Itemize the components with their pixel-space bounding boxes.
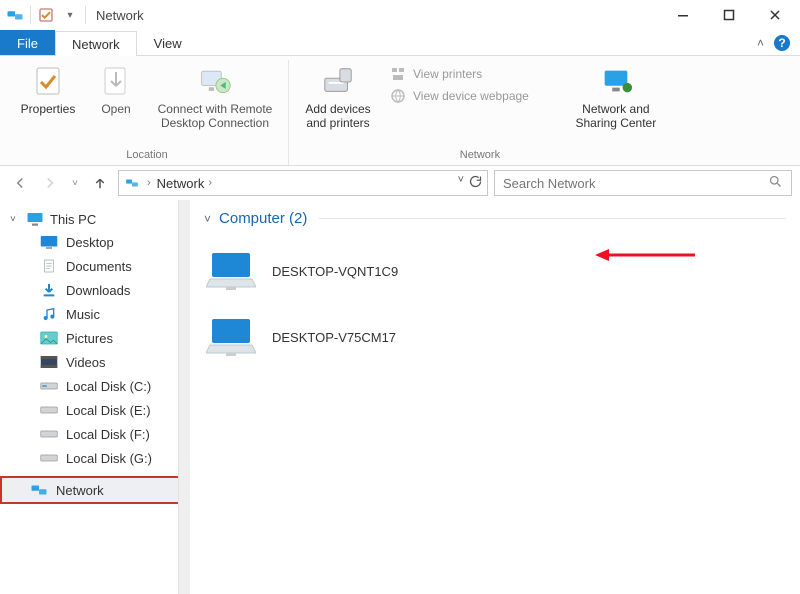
up-button[interactable] (88, 171, 112, 195)
qat-dropdown-icon[interactable]: ▾ (61, 6, 79, 24)
this-pc-icon (26, 211, 44, 227)
close-button[interactable] (752, 0, 798, 30)
videos-icon (40, 354, 58, 370)
view-webpage-label: View device webpage (413, 89, 529, 103)
search-icon[interactable] (768, 174, 783, 192)
open-button[interactable]: Open (92, 60, 140, 116)
webpage-icon (389, 88, 407, 104)
ribbon-tabs: File Network View ˄ ? (0, 30, 800, 56)
properties-qat-icon[interactable] (37, 6, 55, 24)
maximize-button[interactable] (706, 0, 752, 30)
remote-desktop-label: Connect with Remote Desktop Connection (158, 102, 273, 131)
music-icon (40, 306, 58, 322)
crumb-separator-icon[interactable]: › (147, 177, 151, 189)
open-icon (99, 64, 133, 98)
view-printers-label: View printers (413, 67, 482, 81)
computer-name: DESKTOP-VQNT1C9 (272, 264, 398, 279)
view-printers-button[interactable]: View printers (389, 66, 529, 82)
tree-this-pc[interactable]: ˅ This PC (0, 208, 190, 230)
tree-network[interactable]: Network (0, 476, 190, 504)
tree-local-disk-c[interactable]: Local Disk (C:) (0, 374, 190, 398)
downloads-icon (40, 282, 58, 298)
recent-locations-button[interactable]: ˅ (68, 171, 82, 195)
tree-this-pc-label: This PC (50, 212, 96, 227)
tree-videos[interactable]: Videos (0, 350, 190, 374)
ribbon-group-location: Properties Open Connect with Remote Desk… (6, 60, 289, 165)
pictures-icon (40, 330, 58, 346)
address-dropdown-icon[interactable]: ˅ (458, 174, 464, 192)
section-title: Computer (2) (219, 210, 307, 227)
back-button[interactable] (8, 171, 32, 195)
add-devices-icon (321, 64, 355, 98)
chevron-down-icon[interactable]: ˅ (204, 212, 211, 226)
computer-item[interactable]: DESKTOP-VQNT1C9 (204, 241, 786, 301)
tab-file[interactable]: File (0, 30, 55, 55)
tree-local-disk-e[interactable]: Local Disk (E:) (0, 398, 190, 422)
refresh-button[interactable] (468, 174, 483, 192)
search-input[interactable] (503, 176, 768, 191)
tab-view[interactable]: View (137, 30, 199, 55)
help-icon[interactable]: ? (774, 35, 790, 51)
quick-access-toolbar: ▾ (6, 6, 86, 24)
title-bar: ▾ Network (0, 0, 800, 30)
computer-icon (206, 249, 256, 293)
properties-icon (31, 64, 65, 98)
tree-music[interactable]: Music (0, 302, 190, 326)
forward-button[interactable] (38, 171, 62, 195)
drive-icon (40, 378, 58, 394)
group-label-location: Location (126, 147, 168, 165)
add-devices-button[interactable]: Add devices and printers (297, 60, 379, 131)
chevron-down-icon[interactable]: ˅ (10, 214, 20, 225)
nav-scrollbar[interactable] (178, 200, 190, 594)
tree-pictures[interactable]: Pictures (0, 326, 190, 350)
computer-name: DESKTOP-V75CM17 (272, 330, 396, 345)
address-network-icon (123, 175, 141, 191)
remote-desktop-icon (198, 64, 232, 98)
tree-local-disk-f[interactable]: Local Disk (F:) (0, 422, 190, 446)
search-box[interactable] (494, 170, 792, 196)
drive-icon (40, 450, 58, 466)
tree-network-label: Network (56, 483, 104, 498)
properties-button[interactable]: Properties (14, 60, 82, 116)
tree-local-disk-g[interactable]: Local Disk (G:) (0, 446, 190, 470)
network-tree-icon (30, 482, 48, 498)
sharing-center-label: Network and Sharing Center (576, 102, 657, 131)
address-bar-row: ˅ › Network › ˅ (0, 166, 800, 200)
address-box[interactable]: › Network › ˅ (118, 170, 488, 196)
computer-icon (206, 315, 256, 359)
printers-icon (389, 66, 407, 82)
add-devices-label: Add devices and printers (305, 102, 370, 131)
tree-desktop[interactable]: Desktop (0, 230, 190, 254)
tree-documents[interactable]: Documents (0, 254, 190, 278)
content-pane: ˅ Computer (2) DESKTOP-VQNT1C9 DESKTOP-V… (190, 200, 800, 594)
sharing-center-icon (599, 64, 633, 98)
ribbon: Properties Open Connect with Remote Desk… (0, 56, 800, 166)
documents-icon (40, 258, 58, 274)
minimize-button[interactable] (660, 0, 706, 30)
collapse-ribbon-icon[interactable]: ˄ (757, 36, 764, 50)
ribbon-group-network: Add devices and printers View printers V… (289, 60, 671, 165)
network-icon (6, 6, 24, 24)
computer-item[interactable]: DESKTOP-V75CM17 (204, 307, 786, 367)
open-label: Open (101, 102, 130, 116)
drive-icon (40, 402, 58, 418)
navigation-pane: ˅ This PC Desktop Documents Downloads M (0, 200, 190, 594)
section-header-computer[interactable]: ˅ Computer (2) (204, 210, 786, 227)
properties-label: Properties (21, 102, 76, 116)
group-label-network: Network (460, 147, 500, 165)
view-webpage-button[interactable]: View device webpage (389, 88, 529, 104)
sharing-center-button[interactable]: Network and Sharing Center (569, 60, 663, 131)
tree-downloads[interactable]: Downloads (0, 278, 190, 302)
annotation-arrow (595, 245, 695, 268)
breadcrumb-network[interactable]: Network › (157, 176, 212, 191)
remote-desktop-button[interactable]: Connect with Remote Desktop Connection (150, 60, 280, 131)
drive-icon (40, 426, 58, 442)
desktop-icon (40, 234, 58, 250)
window-title: Network (96, 8, 144, 23)
tab-network[interactable]: Network (55, 31, 137, 56)
